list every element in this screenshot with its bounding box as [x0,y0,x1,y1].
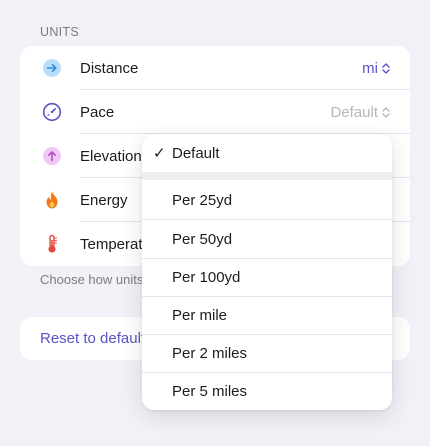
distance-label: Distance [80,59,139,77]
pace-value-picker[interactable]: Default [330,104,390,121]
flame-icon [42,190,62,210]
checkmark-icon: ✓ [153,145,166,162]
menu-item-per-50yd[interactable]: Per 50yd [142,220,392,258]
menu-item-label: Per 2 miles [172,344,248,362]
menu-group-divider [142,172,392,180]
menu-item-per-100yd[interactable]: Per 100yd [142,258,392,296]
menu-item-label: Per 25yd [172,191,233,209]
menu-item-per-5-miles[interactable]: Per 5 miles [142,372,392,410]
pace-label: Pace [80,103,115,121]
units-footer-text: Choose how units [40,272,144,287]
reset-to-default-button[interactable]: Reset to default [40,330,145,347]
energy-label: Energy [80,191,128,209]
menu-item-label: Per 100yd [172,268,241,286]
menu-item-label: Per 5 miles [172,382,248,400]
menu-item-per-mile[interactable]: Per mile [142,296,392,334]
arrow-up-circle-icon [42,146,62,166]
distance-row[interactable]: Distance mi [20,46,410,90]
pace-dropdown-menu: ✓ Default Per 25yd Per 50yd Per 100yd Pe… [142,134,392,410]
distance-value: mi [362,59,378,77]
elevation-label: Elevation [80,147,142,165]
distance-value-picker[interactable]: mi [362,60,390,77]
menu-item-label: Per 50yd [172,230,233,248]
thermometer-icon [42,234,62,254]
pace-row[interactable]: Pace Default [20,90,410,134]
chevron-up-down-icon [382,106,390,119]
menu-item-per-2-miles[interactable]: Per 2 miles [142,334,392,372]
pace-value: Default [330,103,378,121]
stopwatch-icon [42,102,62,122]
menu-item-label: Per mile [172,306,228,324]
arrow-right-circle-icon [42,58,62,78]
menu-item-per-25yd[interactable]: Per 25yd [142,181,392,219]
temperature-label: Temperat [80,235,143,253]
units-section-header: UNITS [40,25,79,39]
menu-item-default[interactable]: ✓ Default [142,134,392,172]
menu-item-label: Default [172,144,220,162]
chevron-up-down-icon [382,62,390,75]
